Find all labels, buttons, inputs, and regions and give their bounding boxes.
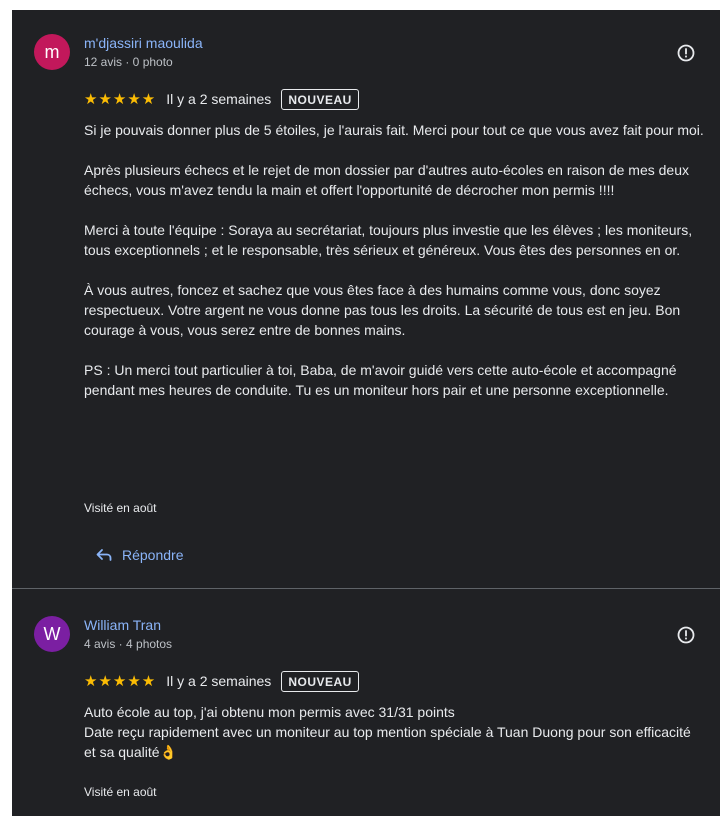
reviewer-meta: 4 avis · 4 photos — [84, 637, 173, 651]
review-line: Date reçu rapidement avec un moniteur au… — [84, 724, 691, 760]
review-line: Auto école au top, j'ai obtenu mon permi… — [84, 704, 455, 720]
reviews-panel: m m'djassiri maoulida 12 avis · 0 photo … — [12, 10, 720, 816]
report-icon[interactable] — [675, 624, 697, 646]
reviewer-name[interactable]: William Tran — [84, 617, 161, 633]
review-card: W William Tran 4 avis · 4 photos ★★★★★ I… — [12, 10, 720, 816]
review-date: Il y a 2 semaines — [166, 673, 272, 689]
review-text: Auto école au top, j'ai obtenu mon permi… — [84, 702, 704, 762]
visit-date: Visité en août — [84, 785, 157, 799]
avatar-letter: W — [43, 623, 61, 644]
star-rating: ★★★★★ — [84, 673, 157, 690]
rating-row: ★★★★★ Il y a 2 semaines NOUVEAU — [84, 669, 359, 693]
new-badge: NOUVEAU — [281, 670, 359, 692]
avatar[interactable]: W — [34, 616, 70, 652]
